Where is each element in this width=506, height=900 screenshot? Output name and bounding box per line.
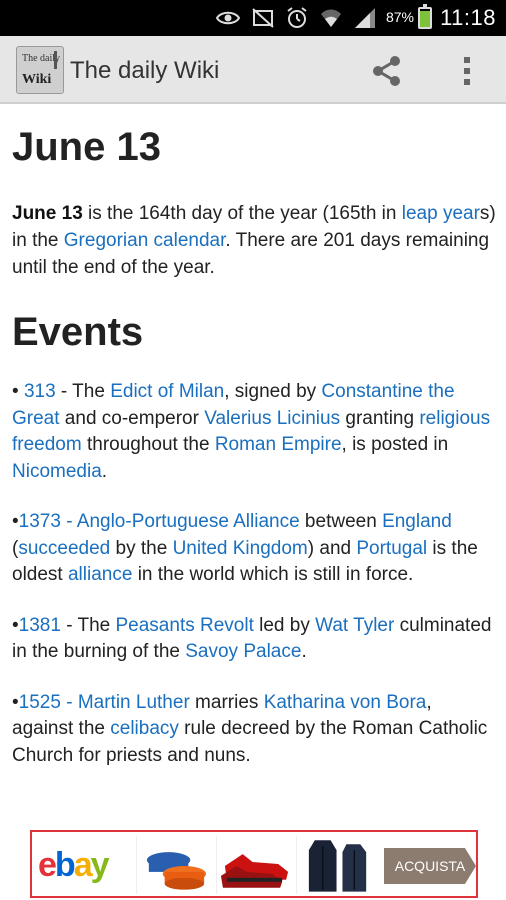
- link-leap-year[interactable]: leap year: [402, 203, 480, 224]
- link-celibacy[interactable]: celibacy: [110, 718, 179, 739]
- link-peasants-revolt[interactable]: Peasants Revolt: [116, 615, 254, 636]
- link-year[interactable]: 1525: [19, 692, 61, 713]
- link-licinius[interactable]: Valerius Licinius: [204, 408, 340, 429]
- app-logo[interactable]: The daily Wiki: [16, 46, 64, 94]
- event-text: granting: [340, 407, 420, 429]
- signal-icon: [355, 8, 375, 28]
- cookware-product-image[interactable]: [136, 836, 214, 894]
- link-portugal[interactable]: Portugal: [356, 538, 427, 559]
- event-item: •1525 - Martin Luther marries Katharina …: [12, 690, 498, 770]
- bullet: •: [12, 614, 19, 636]
- event-text: - The: [60, 614, 116, 636]
- event-text: , signed by: [224, 381, 322, 402]
- link-separator[interactable]: -: [61, 511, 77, 532]
- app-title: The daily Wiki: [70, 57, 220, 84]
- event-text: throughout the: [81, 434, 215, 455]
- event-item: • 313 - The Edict of Milan, signed by Co…: [12, 379, 498, 485]
- event-text: between: [299, 511, 383, 532]
- link-gregorian-calendar[interactable]: Gregorian calendar: [64, 230, 226, 251]
- alarm-clock-icon: [287, 7, 307, 28]
- shoes-product-image[interactable]: [216, 836, 294, 894]
- event-text: - The: [55, 381, 111, 402]
- battery-percent: 87%: [385, 9, 414, 25]
- ebay-logo[interactable]: ebay: [38, 846, 134, 900]
- events-heading: Events: [12, 310, 144, 354]
- intro-date: June 13: [12, 203, 83, 224]
- wifi-icon: [321, 9, 341, 27]
- nfc-muted-icon: [252, 8, 274, 28]
- link-savoy-palace[interactable]: Savoy Palace: [185, 641, 301, 662]
- share-icon: [373, 56, 400, 86]
- link-nicomedia[interactable]: Nicomedia: [12, 461, 102, 482]
- battery-icon: [418, 4, 432, 29]
- ebay-logo-y: y: [90, 846, 110, 884]
- link-united-kingdom[interactable]: United Kingdom: [173, 538, 308, 559]
- link-england[interactable]: England: [382, 511, 452, 532]
- event-text: .: [301, 641, 307, 662]
- page-title: June 13: [12, 125, 161, 169]
- event-text: marries: [189, 691, 264, 713]
- event-text: , is posted in: [341, 434, 449, 455]
- ebay-logo-b: b: [54, 846, 76, 884]
- event-text: and co-emperor: [59, 407, 205, 429]
- action-bar: The daily Wiki The daily Wiki: [0, 36, 506, 104]
- app-logo-mark: [54, 51, 57, 69]
- ebay-logo-a: a: [73, 846, 93, 884]
- event-text: ) and: [307, 537, 357, 559]
- link-wat-tyler[interactable]: Wat Tyler: [315, 615, 394, 636]
- bullet: •: [12, 381, 24, 402]
- event-item: •1373 - Anglo-Portuguese Alliance betwee…: [12, 509, 498, 589]
- link-year[interactable]: 313: [24, 381, 56, 402]
- ebay-logo-e: e: [38, 846, 57, 884]
- link-edict-of-milan[interactable]: Edict of Milan: [110, 381, 224, 402]
- event-text: led by: [253, 614, 316, 636]
- link-roman-empire[interactable]: Roman Empire: [215, 434, 342, 455]
- link-katharina-von-bora[interactable]: Katharina von Bora: [264, 692, 427, 713]
- share-button[interactable]: [368, 54, 406, 88]
- link-succeeded[interactable]: succeeded: [18, 538, 110, 559]
- status-clock: 11:18: [440, 5, 496, 30]
- link-anglo-portuguese-alliance[interactable]: Anglo-Portuguese Alliance: [77, 511, 300, 532]
- link-year[interactable]: 1373: [19, 511, 61, 532]
- intro-text: is the 164th day of the year (165th in: [82, 203, 402, 224]
- intro-paragraph: June 13 is the 164th day of the year (16…: [12, 200, 498, 281]
- eye-icon: [216, 11, 240, 25]
- event-text: .: [101, 460, 108, 482]
- more-vertical-icon: [464, 57, 470, 85]
- status-icons: [216, 6, 376, 30]
- event-item: •1381 - The Peasants Revolt led by Wat T…: [12, 613, 498, 666]
- overflow-menu-button[interactable]: [452, 54, 482, 88]
- link-year[interactable]: 1381: [19, 615, 61, 636]
- battery-fill: [420, 11, 430, 27]
- app-logo-text-bottom: Wiki: [22, 72, 52, 87]
- article-content[interactable]: June 13 June 13 is the 164th day of the …: [12, 104, 498, 824]
- bullet: •: [12, 511, 19, 532]
- event-text: by the: [110, 537, 173, 559]
- coats-product-image[interactable]: [296, 836, 382, 894]
- acquista-button[interactable]: ACQUISTA: [384, 848, 476, 884]
- event-text: in the world which is still in force.: [132, 564, 414, 585]
- link-alliance[interactable]: alliance: [68, 564, 132, 585]
- link-martin-luther[interactable]: Martin Luther: [78, 692, 190, 713]
- link-separator[interactable]: -: [61, 692, 78, 713]
- ad-banner[interactable]: ebay ACQUISTA: [30, 830, 478, 898]
- bullet: •: [12, 691, 19, 713]
- status-bar: 87% 11:18: [0, 0, 506, 36]
